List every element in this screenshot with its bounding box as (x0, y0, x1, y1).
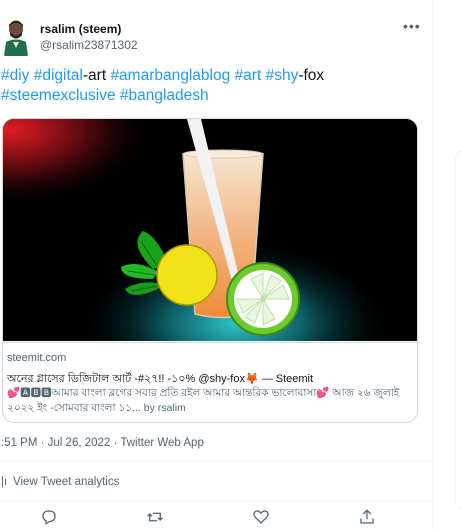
tweet-timestamp[interactable]: :51 PM · Jul 26, 2022 · Twitter Web App (1, 437, 204, 449)
hashtag-link[interactable]: #diy (1, 67, 29, 84)
hashtag-link[interactable]: #amarbanglablog (110, 67, 230, 84)
heart-icon: 💕 (7, 387, 21, 399)
tweet: rsalim (steem) @rsalim23871302 ••• #diy … (0, 0, 432, 529)
hashtag-link[interactable]: #bangladesh (120, 87, 209, 104)
hashtag-link[interactable]: #digital (34, 67, 83, 84)
avatar[interactable] (2, 18, 30, 56)
action-bar (0, 508, 432, 529)
card-image[interactable] (3, 119, 417, 341)
analytics-label: View Tweet analytics (13, 476, 120, 488)
tweet-text: #diy #digital-art #amarbanglablog #art #… (1, 66, 421, 106)
card-description-text-a: আমার বাংলা ব্লগের সবার প্রতি রইল আমার আন… (51, 387, 317, 399)
author-handle[interactable]: @rsalim23871302 (40, 38, 138, 52)
share-icon[interactable] (358, 508, 382, 528)
link-card[interactable]: steemit.com অনের গ্লাসের ডিজিটাল আর্ট -#… (2, 118, 418, 423)
hashtag-link[interactable]: #shy (266, 67, 299, 84)
divider (0, 500, 432, 501)
analytics-icon: |ı (1, 476, 8, 488)
hashtag-link[interactable]: #steemexclusive (1, 87, 116, 104)
tweet-text-segment: -fox (298, 67, 325, 84)
heart-icon: 💕 (316, 387, 330, 399)
sidebar-card-edge (455, 150, 462, 510)
reply-icon[interactable] (40, 508, 64, 528)
more-icon[interactable]: ••• (403, 18, 421, 34)
tweet-text-segment: -art (82, 67, 111, 84)
view-analytics-link[interactable]: |ı View Tweet analytics (1, 476, 119, 488)
divider (0, 460, 432, 461)
author-name[interactable]: rsalim (steem) (40, 22, 121, 36)
card-description: 💕🅰🅱🅱আমার বাংলা ব্লগের সবার প্রতি রইল আমা… (7, 386, 407, 416)
retweet-icon[interactable] (146, 508, 170, 528)
card-body[interactable]: steemit.com অনের গ্লাসের ডিজিটাল আর্ট -#… (3, 342, 417, 422)
hashtag-link[interactable]: #art (235, 67, 262, 84)
card-domain: steemit.com (7, 352, 67, 364)
like-icon[interactable] (252, 508, 276, 528)
abb-badge: 🅰🅱🅱 (20, 387, 52, 399)
